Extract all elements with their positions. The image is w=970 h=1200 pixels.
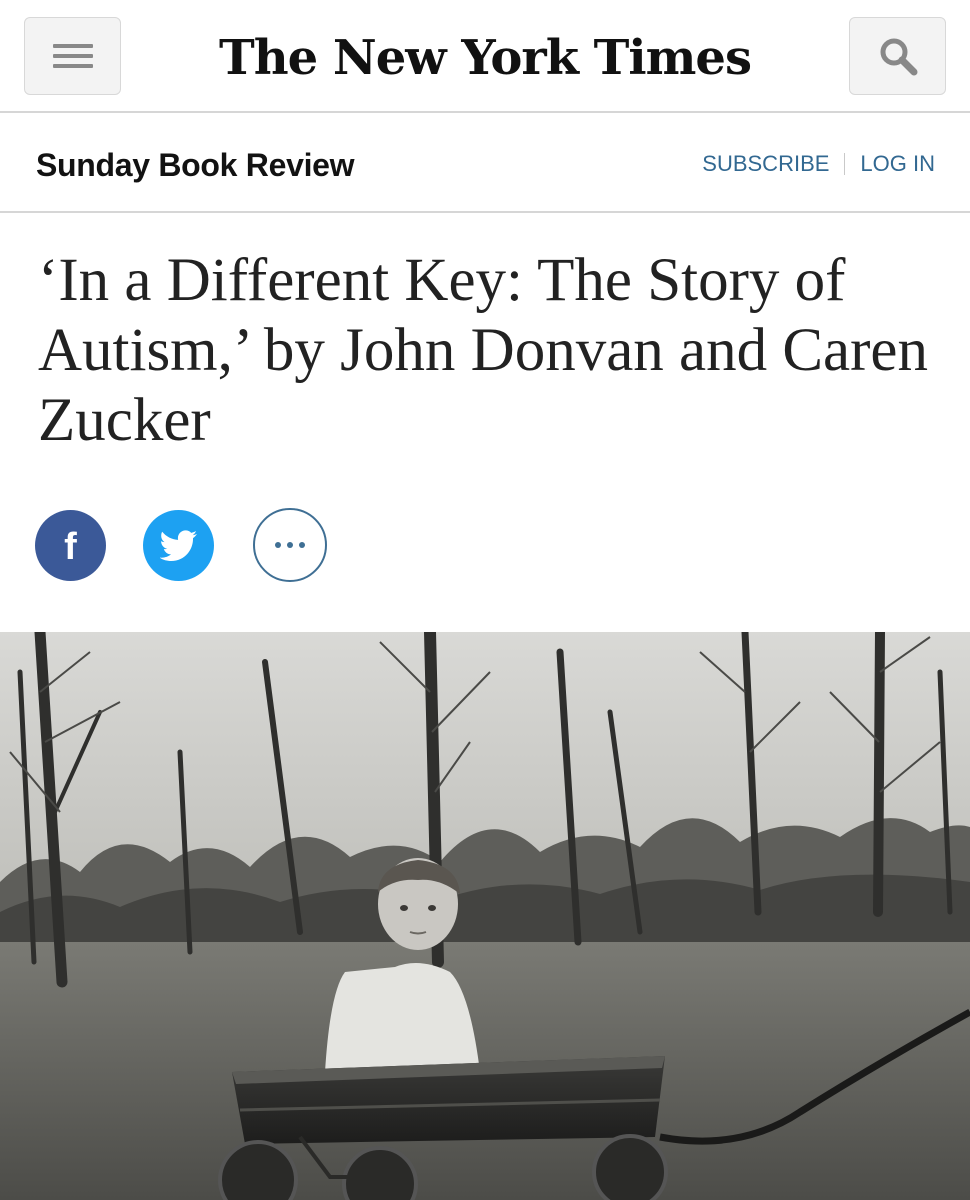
article-headline: ‘In a Different Key: The Story of Autism… [38, 247, 929, 454]
twitter-share-button[interactable] [143, 510, 214, 581]
menu-button[interactable] [24, 17, 121, 95]
site-logo[interactable]: The New York Times [180, 18, 790, 98]
account-links: SUBSCRIBE LOG IN [702, 151, 935, 177]
link-divider [844, 153, 846, 175]
section-title[interactable]: Sunday Book Review [36, 147, 355, 184]
magnifier-search-icon [880, 38, 917, 76]
twitter-bird-icon [159, 529, 197, 561]
section-bar: Sunday Book Review SUBSCRIBE LOG IN [0, 113, 970, 213]
article-photo [0, 632, 970, 1200]
masthead: The New York Times [0, 0, 970, 113]
hamburger-menu-icon [52, 44, 93, 68]
login-link[interactable]: LOG IN [860, 151, 935, 177]
more-share-button[interactable] [253, 508, 327, 582]
subscribe-link[interactable]: SUBSCRIBE [702, 151, 829, 177]
search-button[interactable] [849, 17, 946, 95]
more-options-icon [275, 542, 305, 548]
photo-illustration [0, 632, 970, 1200]
facebook-share-button[interactable]: f [35, 510, 106, 581]
facebook-icon: f [64, 526, 77, 568]
